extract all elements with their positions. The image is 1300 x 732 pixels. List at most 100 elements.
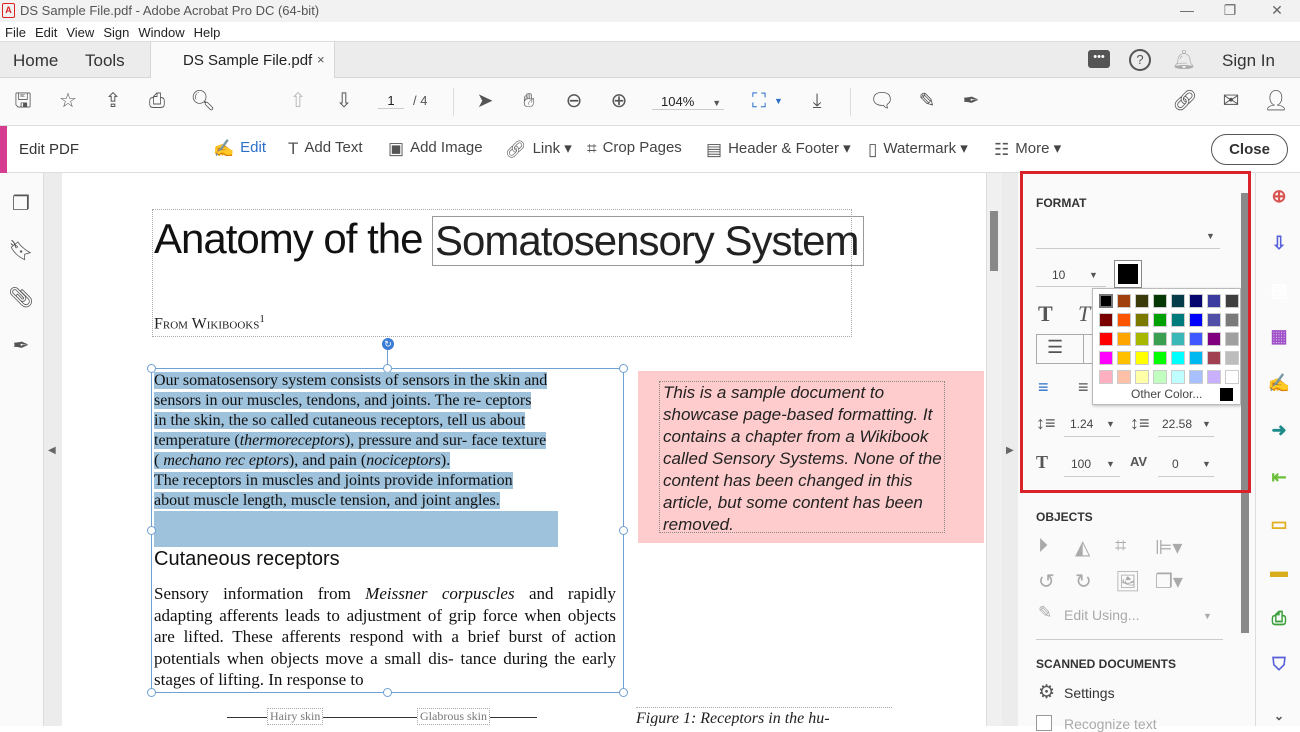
fit-page-icon[interactable]: ⛶	[746, 88, 772, 114]
arrange-objects-icon[interactable]: ❐▾	[1155, 569, 1183, 594]
bookmark-star-icon[interactable]: ☆	[55, 88, 81, 114]
upload-cloud-icon[interactable]: ⇪	[100, 88, 126, 114]
page-thumbnails-icon[interactable]: ❐	[8, 191, 34, 217]
zoom-in-icon[interactable]: ⊕	[606, 88, 632, 114]
crop-image-icon[interactable]: ⌗	[1115, 535, 1126, 558]
comments-icon[interactable]: •••	[1088, 50, 1110, 68]
color-swatch[interactable]	[1171, 332, 1185, 346]
signatures-icon[interactable]: ✒	[8, 333, 34, 359]
color-swatch[interactable]	[1117, 351, 1131, 365]
export-pdf-icon[interactable]: ▦	[1266, 323, 1292, 349]
other-color-button[interactable]: Other Color...	[1131, 387, 1202, 401]
color-swatch[interactable]	[1189, 351, 1203, 365]
color-swatch[interactable]	[1189, 332, 1203, 346]
minimize-button[interactable]: —	[1172, 2, 1202, 18]
recognize-text-checkbox[interactable]	[1036, 715, 1052, 731]
resize-handle[interactable]	[619, 526, 628, 535]
color-swatch[interactable]	[1171, 351, 1185, 365]
text-color-swatch[interactable]	[1114, 260, 1142, 288]
color-swatch[interactable]	[1135, 332, 1149, 346]
color-swatch[interactable]	[1099, 313, 1113, 327]
vertical-scrollbar[interactable]	[986, 173, 1002, 726]
align-center-icon[interactable]: ≡	[1078, 377, 1089, 398]
bell-icon[interactable]: 🔔︎	[1172, 48, 1196, 72]
menu-edit[interactable]: Edit	[35, 25, 57, 40]
font-size-dropdown[interactable]: 10 ▼	[1036, 265, 1106, 287]
text-italic-t-icon[interactable]: T	[1078, 301, 1090, 327]
chevron-down-icon[interactable]: ▼	[774, 96, 783, 106]
align-objects-icon[interactable]: ⊫▾	[1155, 535, 1182, 560]
color-swatch[interactable]	[1207, 351, 1221, 365]
color-swatch[interactable]	[1153, 313, 1167, 327]
create-pdf-icon[interactable]: ⊕	[1266, 183, 1292, 209]
rotate-clockwise-icon[interactable]: ↻	[1075, 569, 1092, 594]
color-swatch[interactable]	[1117, 332, 1131, 346]
color-swatch[interactable]	[1153, 294, 1167, 308]
paragraph-spacing-dropdown[interactable]: 22.58 ▼	[1158, 413, 1214, 437]
color-swatch[interactable]	[1225, 294, 1239, 308]
color-swatch[interactable]	[1117, 294, 1131, 308]
comment-icon[interactable]: 🗨︎	[869, 88, 895, 114]
section-heading[interactable]: Cutaneous receptors	[154, 548, 340, 571]
rotate-handle[interactable]: ↻	[382, 338, 394, 350]
settings-link[interactable]: Settings	[1064, 685, 1115, 701]
figure-label-glabrous-skin[interactable]: Glabrous skin	[417, 708, 490, 725]
hand-tool-icon[interactable]: ✋︎	[516, 88, 542, 114]
next-page-icon[interactable]: ⇩	[331, 88, 357, 114]
font-family-dropdown[interactable]: ▼	[1036, 225, 1220, 249]
color-swatch[interactable]	[1207, 294, 1221, 308]
add-text-button[interactable]: T Add Text	[288, 139, 363, 159]
color-swatch[interactable]	[1189, 370, 1203, 384]
panel-scrollbar-thumb[interactable]	[1241, 193, 1249, 633]
flip-vertical-icon[interactable]: ⏵	[1038, 535, 1048, 558]
color-swatch[interactable]	[1135, 294, 1149, 308]
scroll-mode-icon[interactable]: ⤓	[804, 88, 830, 114]
search-icon[interactable]: 🔍︎	[190, 88, 216, 114]
close-window-button[interactable]: ✕	[1262, 2, 1292, 19]
color-swatch[interactable]	[1135, 370, 1149, 384]
color-swatch[interactable]	[1207, 370, 1221, 384]
flip-horizontal-icon[interactable]: ◭	[1075, 535, 1090, 560]
share-link-icon[interactable]: 🔗︎	[1172, 88, 1198, 114]
color-swatch[interactable]	[1171, 294, 1185, 308]
fill-sign-tool-icon[interactable]: ✍	[1266, 370, 1292, 396]
replace-image-icon[interactable]: 🖼︎	[1115, 569, 1140, 594]
request-comments-icon[interactable]: ▭	[1266, 511, 1292, 537]
tab-document[interactable]: DS Sample File.pdf ×	[150, 42, 335, 79]
color-swatch[interactable]	[1153, 332, 1167, 346]
color-swatch[interactable]	[1099, 370, 1113, 384]
previous-page-icon[interactable]: ⇧	[285, 88, 311, 114]
text-bold-t-icon[interactable]: T	[1038, 301, 1053, 327]
tab-tools[interactable]: Tools	[85, 51, 125, 71]
chevron-down-icon[interactable]: ▼	[1203, 611, 1212, 621]
color-swatch[interactable]	[1189, 294, 1203, 308]
color-swatch[interactable]	[1171, 313, 1185, 327]
print-icon[interactable]: ⎙	[144, 88, 170, 114]
select-cursor-icon[interactable]: ➤	[472, 88, 498, 114]
scrollbar-thumb[interactable]	[990, 211, 998, 271]
tab-home[interactable]: Home	[13, 51, 58, 71]
resize-handle[interactable]	[619, 688, 628, 697]
character-spacing-dropdown[interactable]: 0 ▼	[1158, 453, 1214, 477]
rotate-counterclockwise-icon[interactable]: ↺	[1038, 569, 1055, 594]
collapse-left-icon[interactable]: ◀	[48, 445, 56, 456]
restore-button[interactable]: ❐	[1215, 2, 1245, 19]
bookmarks-icon[interactable]: 🔖︎	[8, 238, 34, 264]
more-tools-chevron-icon[interactable]: ⌄	[1266, 703, 1292, 729]
color-swatch[interactable]	[1171, 370, 1185, 384]
combine-files-icon[interactable]: ⇩	[1266, 230, 1292, 256]
protect-shield-icon[interactable]: ⛉	[1266, 651, 1292, 677]
color-swatch[interactable]	[1099, 351, 1113, 365]
byline[interactable]: From Wikibooks1	[154, 313, 265, 333]
sidenote-text[interactable]: This is a sample document to showcase pa…	[659, 381, 945, 534]
color-swatch[interactable]	[1117, 313, 1131, 327]
edit-using-dropdown[interactable]: Edit Using...	[1064, 607, 1139, 623]
organize-pages-icon[interactable]: ⇤	[1266, 464, 1292, 490]
attachments-icon[interactable]: 📎︎	[8, 285, 34, 311]
menu-file[interactable]: File	[5, 25, 26, 40]
color-swatch[interactable]	[1153, 351, 1167, 365]
left-pane-collapse-bar[interactable]: ◀	[44, 173, 62, 726]
link-button[interactable]: 🔗︎ Link ▾	[505, 139, 572, 160]
help-icon[interactable]: ?	[1129, 49, 1151, 71]
color-swatch[interactable]	[1117, 370, 1131, 384]
